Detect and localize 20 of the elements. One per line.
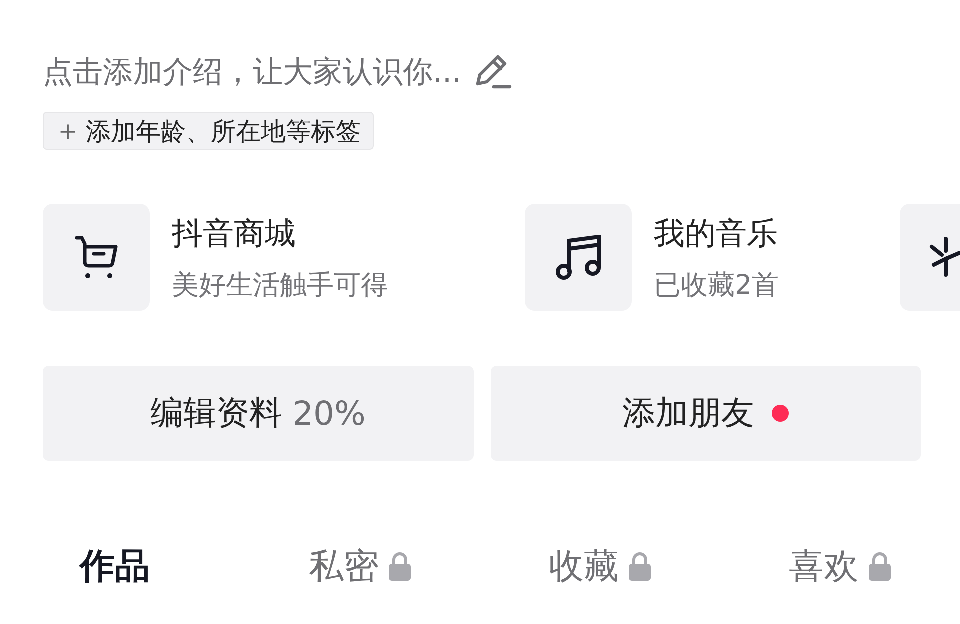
cart-icon	[74, 234, 120, 282]
music-note-icon	[554, 234, 602, 280]
shortcut-icon-tile[interactable]	[525, 204, 632, 311]
profile-tab[interactable]: 喜欢	[720, 541, 960, 591]
shortcut-title[interactable]: 抖音商城	[172, 213, 388, 255]
shortcut-subtitle: 美好生活触手可得	[172, 269, 388, 303]
bio-placeholder[interactable]: 点击添加介绍，让大家认识你...	[43, 52, 462, 92]
profile-tab[interactable]: 作品	[0, 541, 240, 591]
shortcut-icon-tile[interactable]	[43, 204, 150, 311]
lock-icon	[389, 551, 411, 581]
profile-tab[interactable]: 私密	[240, 541, 480, 591]
edit-profile-button[interactable]: 编辑资料 20%	[43, 366, 474, 461]
pencil-icon[interactable]	[474, 54, 512, 90]
add-tags-button[interactable]: ＋添加年龄、所在地等标签	[43, 112, 374, 150]
add-friends-button[interactable]: 添加朋友	[490, 366, 921, 461]
profile-tab[interactable]: 收藏	[480, 541, 720, 591]
shortcut-title[interactable]: 我的音乐	[654, 213, 780, 255]
lock-icon	[629, 551, 651, 581]
lock-icon	[869, 551, 891, 581]
shortcut-subtitle: 已收藏2首	[654, 269, 780, 303]
